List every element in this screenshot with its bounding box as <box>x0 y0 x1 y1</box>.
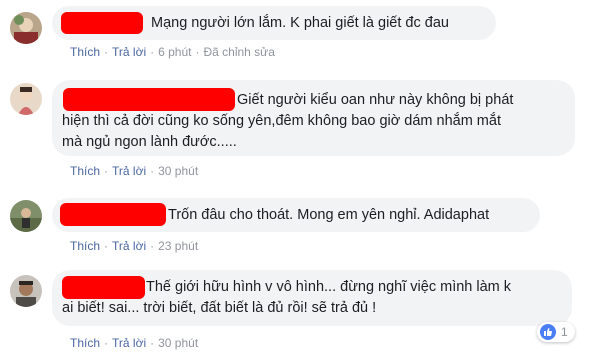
reply-link[interactable]: Trả lời <box>112 164 146 178</box>
redacted-author-name <box>60 203 166 226</box>
reaction-count: 1 <box>561 325 568 339</box>
redacted-author-name <box>61 12 143 34</box>
avatar[interactable] <box>10 12 42 44</box>
comment-text: Thế giới hữu hình v vô hình... đừng nghĩ… <box>62 279 512 316</box>
comment-actions: Thích · Trả lời · 6 phút · Đã chỉnh sửa <box>70 45 275 59</box>
like-link[interactable]: Thích <box>70 336 100 350</box>
timestamp[interactable]: 30 phút <box>158 336 198 350</box>
avatar[interactable] <box>10 275 42 307</box>
like-link[interactable]: Thích <box>70 164 100 178</box>
comment-text: Trốn đâu cho thoát. Mong em yên nghỉ. Ad… <box>168 207 490 223</box>
reply-link[interactable]: Trả lời <box>112 45 146 59</box>
like-link[interactable]: Thích <box>70 45 100 59</box>
comment-actions: Thích · Trả lời · 30 phút <box>70 336 199 350</box>
timestamp[interactable]: 6 phút <box>158 45 191 59</box>
comment-actions: Thích · Trả lời · 23 phút <box>70 239 199 253</box>
like-icon <box>540 324 556 340</box>
like-link[interactable]: Thích <box>70 239 100 253</box>
avatar[interactable] <box>10 83 42 115</box>
comment-bubble: Mạng người lớn lắm. K phai giết là giết … <box>52 6 496 40</box>
edited-label[interactable]: Đã chỉnh sửa <box>203 45 274 59</box>
comment-bubble: Trốn đâu cho thoát. Mong em yên nghỉ. Ad… <box>52 198 540 232</box>
reply-link[interactable]: Trả lời <box>112 336 146 350</box>
comment-bubble: Thế giới hữu hình v vô hình... đừng nghĩ… <box>52 270 572 326</box>
comment-actions: Thích · Trả lời · 30 phút <box>70 164 199 178</box>
comment-bubble: Giết người kiểu oan như này không bị phá… <box>52 80 575 156</box>
avatar[interactable] <box>10 200 42 232</box>
reaction-summary[interactable]: 1 <box>537 322 575 342</box>
comment-text: Mạng người lớn lắm. K phai giết là giết … <box>151 15 449 31</box>
timestamp[interactable]: 30 phút <box>158 164 198 178</box>
reply-link[interactable]: Trả lời <box>112 239 146 253</box>
timestamp[interactable]: 23 phút <box>158 239 198 253</box>
comment-text: Giết người kiểu oan như này không bị phá… <box>62 92 514 150</box>
